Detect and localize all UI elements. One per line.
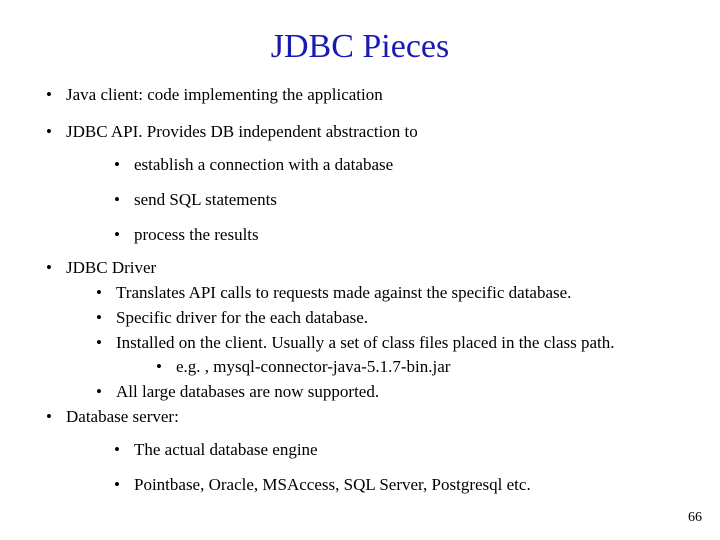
list-item: Specific driver for the each database. bbox=[90, 307, 680, 330]
sub-list: Translates API calls to requests made ag… bbox=[90, 282, 680, 405]
sub-list: establish a connection with a database s… bbox=[108, 154, 680, 247]
slide-title: JDBC Pieces bbox=[40, 28, 680, 66]
main-list-cont: JDBC Driver Translates API calls to requ… bbox=[40, 257, 680, 497]
page-number: 66 bbox=[688, 510, 702, 526]
list-item-text: JDBC API. Provides DB independent abstra… bbox=[66, 122, 418, 141]
list-item: send SQL statements bbox=[108, 189, 680, 212]
list-item: process the results bbox=[108, 224, 680, 247]
list-item: Java client: code implementing the appli… bbox=[40, 84, 680, 107]
list-item: Translates API calls to requests made ag… bbox=[90, 282, 680, 305]
list-item: e.g. , mysql-connector-java-5.1.7-bin.ja… bbox=[150, 356, 680, 379]
list-item-text: Pointbase, Oracle, MSAccess, SQL Server,… bbox=[134, 475, 531, 494]
list-item-text: send SQL statements bbox=[134, 190, 277, 209]
list-item-text: Translates API calls to requests made ag… bbox=[116, 283, 571, 302]
list-item-text: Database server: bbox=[66, 407, 179, 426]
sub-list: The actual database engine Pointbase, Or… bbox=[108, 439, 680, 497]
sub-sub-list: e.g. , mysql-connector-java-5.1.7-bin.ja… bbox=[150, 356, 680, 379]
list-item-text: Java client: code implementing the appli… bbox=[66, 85, 383, 104]
list-item: The actual database engine bbox=[108, 439, 680, 462]
list-item: establish a connection with a database bbox=[108, 154, 680, 177]
list-item-text: Installed on the client. Usually a set o… bbox=[116, 333, 615, 352]
list-item-text: process the results bbox=[134, 225, 259, 244]
main-list: Java client: code implementing the appli… bbox=[40, 84, 680, 247]
list-item: JDBC Driver Translates API calls to requ… bbox=[40, 257, 680, 405]
list-item-text: establish a connection with a database bbox=[134, 155, 393, 174]
slide: JDBC Pieces Java client: code implementi… bbox=[0, 0, 720, 540]
list-item-text: The actual database engine bbox=[134, 440, 318, 459]
list-item-text: Specific driver for the each database. bbox=[116, 308, 368, 327]
list-item: Pointbase, Oracle, MSAccess, SQL Server,… bbox=[108, 474, 680, 497]
list-item: Installed on the client. Usually a set o… bbox=[90, 332, 680, 380]
list-item: Database server: The actual database eng… bbox=[40, 406, 680, 497]
list-item-text: e.g. , mysql-connector-java-5.1.7-bin.ja… bbox=[176, 357, 450, 376]
list-item: JDBC API. Provides DB independent abstra… bbox=[40, 121, 680, 247]
list-item: All large databases are now supported. bbox=[90, 381, 680, 404]
list-item-text: All large databases are now supported. bbox=[116, 382, 379, 401]
list-item-text: JDBC Driver bbox=[66, 258, 156, 277]
